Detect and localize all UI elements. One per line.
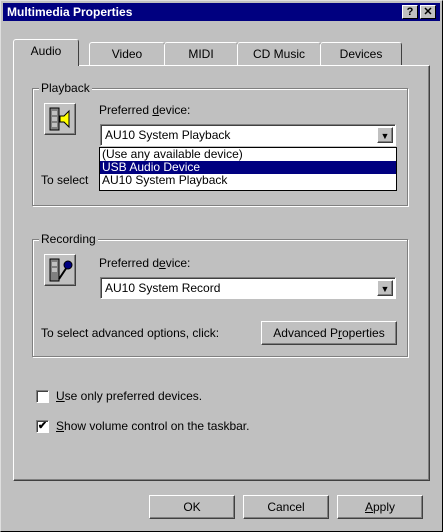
use-preferred-label: Use only preferred devices. bbox=[56, 389, 203, 403]
title-bar[interactable]: Multimedia Properties ? ✕ bbox=[3, 3, 440, 21]
recording-advanced-text: To select advanced options, click: bbox=[41, 326, 220, 340]
speaker-icon bbox=[44, 103, 76, 135]
audio-tab-panel: Playback Preferred device: AU10 System P… bbox=[13, 65, 430, 481]
dropdown-option-au10[interactable]: AU10 System Playback bbox=[100, 174, 396, 187]
tab-audio[interactable]: Audio bbox=[13, 39, 79, 66]
cancel-button[interactable]: Cancel bbox=[243, 495, 329, 519]
playback-preferred-label: Preferred device: bbox=[99, 103, 191, 117]
use-preferred-checkbox[interactable] bbox=[36, 390, 49, 403]
recording-legend: Recording bbox=[39, 232, 98, 246]
tab-midi[interactable]: MIDI bbox=[164, 42, 238, 66]
ok-button[interactable]: OK bbox=[149, 495, 235, 519]
close-button[interactable]: ✕ bbox=[420, 5, 436, 19]
playback-selected-value: AU10 System Playback bbox=[105, 128, 231, 142]
tab-video[interactable]: Video bbox=[89, 42, 165, 66]
show-volume-label: Show volume control on the taskbar. bbox=[56, 419, 250, 433]
show-volume-checkbox[interactable]: ✔ bbox=[36, 420, 49, 433]
playback-advanced-text: To select bbox=[41, 173, 89, 187]
microphone-icon bbox=[44, 254, 76, 286]
recording-preferred-label: Preferred device: bbox=[99, 256, 191, 270]
tab-cd-music[interactable]: CD Music bbox=[237, 42, 321, 66]
chevron-down-icon[interactable]: ▼ bbox=[377, 127, 393, 143]
tab-devices[interactable]: Devices bbox=[320, 42, 402, 66]
advanced-properties-button[interactable]: Advanced Properties bbox=[261, 321, 397, 345]
apply-button[interactable]: Apply bbox=[337, 495, 423, 519]
playback-device-dropdown[interactable]: (Use any available device) USB Audio Dev… bbox=[99, 147, 397, 191]
recording-group: Recording Preferred device: AU10 System … bbox=[32, 232, 408, 357]
recording-device-select[interactable]: AU10 System Record ▼ bbox=[100, 277, 396, 299]
playback-device-select[interactable]: AU10 System Playback ▼ bbox=[100, 124, 396, 146]
chevron-down-icon[interactable]: ▼ bbox=[377, 280, 393, 296]
recording-selected-value: AU10 System Record bbox=[105, 281, 221, 295]
window-title: Multimedia Properties bbox=[7, 5, 133, 19]
playback-legend: Playback bbox=[39, 81, 92, 95]
multimedia-properties-window: Multimedia Properties ? ✕ Audio Video MI… bbox=[0, 0, 443, 532]
help-button[interactable]: ? bbox=[402, 5, 418, 19]
